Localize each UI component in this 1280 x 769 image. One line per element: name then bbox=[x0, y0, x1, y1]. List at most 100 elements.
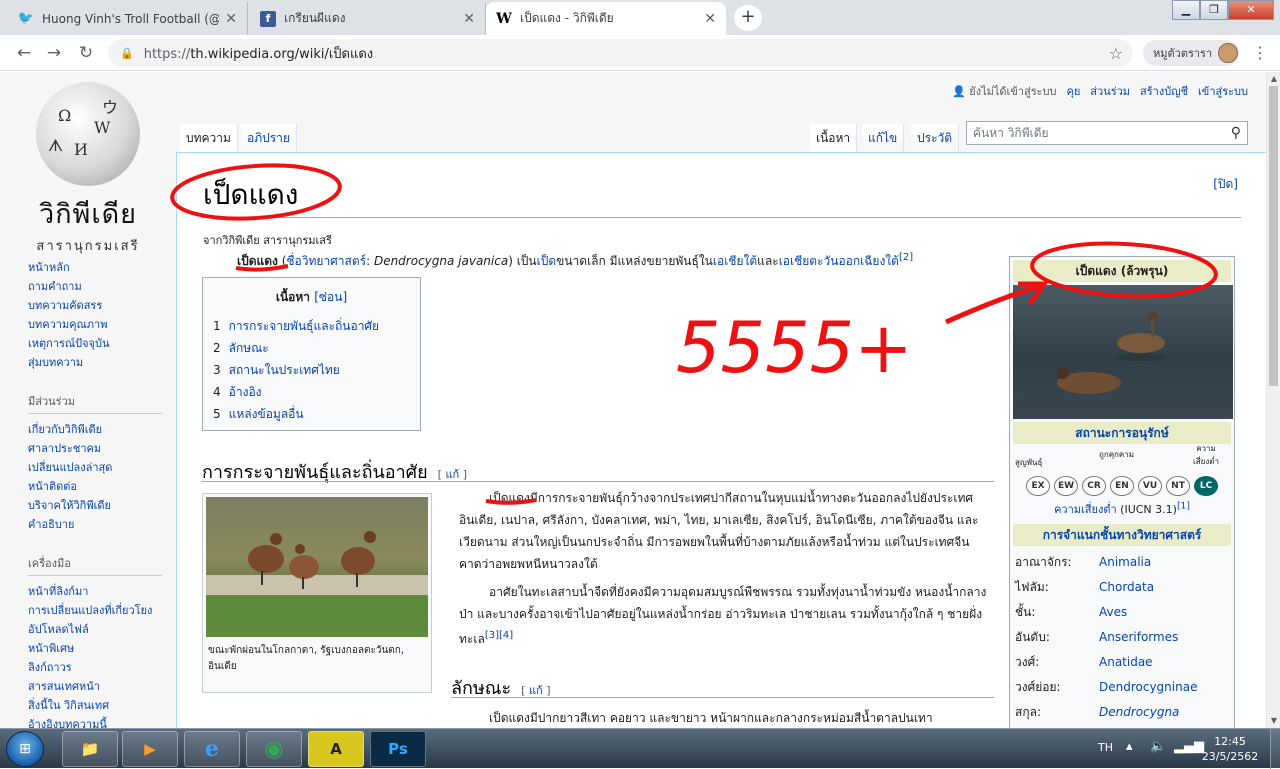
sidebar-item[interactable]: อัปโหลดไฟล์ bbox=[28, 620, 162, 639]
reload-button[interactable]: ↻ bbox=[74, 41, 98, 65]
sidebar-item[interactable]: หน้าที่ลิงก์มา bbox=[28, 582, 162, 601]
taxon-link[interactable]: Anatidae bbox=[1099, 650, 1153, 675]
sidebar-item[interactable]: บทความคัดสรร bbox=[28, 296, 162, 315]
reference-link[interactable]: [3][4] bbox=[485, 630, 513, 641]
taxon-link[interactable]: Anseriformes bbox=[1099, 625, 1178, 650]
chrome-icon[interactable]: ◉ bbox=[246, 731, 302, 767]
language-indicator[interactable]: TH bbox=[1098, 741, 1113, 754]
search-icon[interactable]: ⚲ bbox=[1231, 125, 1241, 141]
twitter-icon: 🐦 bbox=[17, 11, 35, 26]
reference-link[interactable]: [1] bbox=[1177, 500, 1190, 511]
maximize-button[interactable]: ❐ bbox=[1200, 0, 1228, 20]
autocad-icon[interactable]: A bbox=[308, 731, 364, 767]
tab-facebook[interactable]: f เกรียนผีแดง ✕ bbox=[250, 2, 486, 35]
close-icon[interactable]: ✕ bbox=[704, 11, 716, 27]
scroll-up-icon[interactable]: ▲ bbox=[1267, 72, 1280, 86]
photoshop-icon[interactable]: Ps bbox=[370, 731, 426, 767]
start-button[interactable]: ⊞ bbox=[6, 731, 44, 767]
contributions-link[interactable]: ส่วนร่วม bbox=[1090, 82, 1130, 100]
close-icon[interactable]: ✕ bbox=[225, 11, 237, 27]
toc-item[interactable]: 4 อ้างอิง bbox=[213, 381, 410, 403]
wikipedia-logo[interactable]: ΩWИウᗑ วิกิพีเดีย สารานุกรมเสรี bbox=[18, 82, 158, 254]
bookmark-star-icon[interactable]: ☆ bbox=[1109, 44, 1123, 63]
search-input[interactable]: ค้นหา วิกิพีเดีย ⚲ bbox=[966, 121, 1248, 145]
taxon-link[interactable]: Dendrocygna bbox=[1099, 700, 1179, 725]
sidebar-item[interactable]: เปลี่ยนแปลงล่าสุด bbox=[28, 458, 162, 477]
sidebar-item[interactable]: สิ่งนี้ใน วิกิสนเทศ bbox=[28, 696, 162, 715]
forward-button[interactable]: → bbox=[42, 41, 66, 65]
sidebar-item[interactable]: บริจาคให้วิกิพีเดีย bbox=[28, 496, 162, 515]
ducks-photo[interactable] bbox=[206, 497, 428, 637]
sidebar-item[interactable]: หน้าพิเศษ bbox=[28, 639, 162, 658]
sidebar-tools: เครื่องมือ หน้าที่ลิงก์มา การเปลี่ยนแปลง… bbox=[28, 554, 162, 728]
duck-link[interactable]: เป็ด bbox=[537, 254, 557, 268]
toc-item[interactable]: 5 แหล่งข้อมูลอื่น bbox=[213, 403, 410, 425]
scrollbar-thumb[interactable] bbox=[1269, 86, 1278, 386]
conservation-status-heading[interactable]: สถานะการอนุรักษ์ bbox=[1013, 422, 1231, 444]
tray-arrow-icon[interactable]: ▴ bbox=[1126, 739, 1133, 754]
tab-edit[interactable]: แก้ไข bbox=[862, 124, 905, 152]
sidebar-item[interactable]: เกี่ยวกับวิกิพีเดีย bbox=[28, 420, 162, 439]
taxon-link[interactable]: Chordata bbox=[1099, 575, 1154, 600]
close-link[interactable]: [ปิด] bbox=[1213, 175, 1238, 194]
edit-section-link[interactable]: [ แก้ ] bbox=[438, 468, 467, 481]
south-asia-link[interactable]: เอเชียใต้ bbox=[713, 254, 757, 268]
window-close-button[interactable]: ✕ bbox=[1228, 0, 1274, 20]
login-link[interactable]: เข้าสู่ระบบ bbox=[1198, 82, 1248, 100]
toc-item[interactable]: 1 การกระจายพันธุ์และถิ่นอาศัย bbox=[213, 315, 410, 337]
address-bar[interactable]: 🔒 https://th.wikipedia.org/wiki/เป็ดแดง … bbox=[108, 39, 1133, 67]
sidebar-item[interactable]: ถามคำถาม bbox=[28, 277, 162, 296]
sidebar-item[interactable]: การเปลี่ยนแปลงที่เกี่ยวโยง bbox=[28, 601, 162, 620]
reference-link[interactable]: [2] bbox=[899, 252, 913, 263]
toc-item[interactable]: 3 สถานะในประเทศไทย bbox=[213, 359, 410, 381]
sidebar-item[interactable]: หน้าหลัก bbox=[28, 258, 162, 277]
close-icon[interactable]: ✕ bbox=[463, 11, 475, 27]
sidebar-item[interactable]: สุ่มบทความ bbox=[28, 353, 162, 372]
media-player-icon[interactable]: ▶ bbox=[122, 731, 178, 767]
thumbnail-figure[interactable]: ขณะพักผ่อนในโกลกาตา, รัฐเบงกอลตะวันตก, อ… bbox=[202, 493, 432, 693]
sidebar-item[interactable]: เหตุการณ์ปัจจุบัน bbox=[28, 334, 162, 353]
show-desktop-button[interactable] bbox=[1270, 729, 1280, 769]
scientific-name-link[interactable]: ชื่อวิทยาศาสตร์ bbox=[286, 254, 366, 268]
sidebar-item[interactable]: ลิงก์ถาวร bbox=[28, 658, 162, 677]
browser-menu-icon[interactable]: ⋮ bbox=[1250, 41, 1270, 65]
status-badge: EN bbox=[1110, 476, 1134, 496]
sidebar-item[interactable]: คำอธิบาย bbox=[28, 515, 162, 534]
tab-wikipedia[interactable]: W เป็ดแดง - วิกิพีเดีย ✕ bbox=[486, 2, 726, 35]
logo-tagline: สารานุกรมเสรี bbox=[36, 239, 140, 254]
taxonomy-heading[interactable]: การจำแนกชั้นทางวิทยาศาสตร์ bbox=[1013, 524, 1231, 546]
sidebar-item[interactable]: อ้างอิงบทความนี้ bbox=[28, 715, 162, 728]
taxon-link[interactable]: Dendrocygninae bbox=[1099, 675, 1197, 700]
tab-history[interactable]: ประวัติ bbox=[911, 124, 960, 152]
url-text[interactable]: https://th.wikipedia.org/wiki/เป็ดแดง bbox=[144, 43, 1109, 64]
minimize-button[interactable]: ▁ bbox=[1172, 0, 1200, 20]
infobox-photo[interactable] bbox=[1013, 285, 1233, 419]
southeast-asia-link[interactable]: เอเชียตะวันออกเฉียงใต้ bbox=[779, 254, 899, 268]
new-tab-button[interactable]: + bbox=[734, 5, 762, 31]
profile-button[interactable]: หมูตัวตรารา bbox=[1143, 40, 1239, 66]
taxonomy-row: วงศ์ย่อย: Dendrocygninae bbox=[1013, 675, 1231, 700]
clock[interactable]: 12:45 23/5/2562 bbox=[1200, 734, 1260, 764]
create-account-link[interactable]: สร้างบัญชี bbox=[1140, 82, 1188, 100]
tab-twitter[interactable]: 🐦 Huong Vinh's Troll Football (@Vi ✕ bbox=[8, 2, 248, 35]
file-explorer-icon[interactable]: 📁 bbox=[62, 731, 118, 767]
sidebar-item[interactable]: สารสนเทศหน้า bbox=[28, 677, 162, 696]
sidebar-item[interactable]: หน้าติดต่อ bbox=[28, 477, 162, 496]
tab-article[interactable]: บทความ bbox=[180, 124, 238, 152]
page-scrollbar[interactable]: ▲ ▼ bbox=[1266, 72, 1280, 728]
back-button[interactable]: ← bbox=[12, 41, 36, 65]
edit-section-link[interactable]: [ แก้ ] bbox=[521, 684, 550, 697]
tab-read[interactable]: เนื้อหา bbox=[810, 124, 858, 152]
sidebar-item[interactable]: บทความคุณภาพ bbox=[28, 315, 162, 334]
taxon-link[interactable]: Animalia bbox=[1099, 550, 1151, 575]
internet-explorer-icon[interactable]: e bbox=[184, 731, 240, 767]
tab-talk[interactable]: อภิปราย bbox=[241, 124, 297, 152]
toc-item[interactable]: 2 ลักษณะ bbox=[213, 337, 410, 359]
talk-link[interactable]: คุย bbox=[1066, 82, 1080, 100]
toc-hide-link[interactable]: [ซ่อน] bbox=[314, 290, 347, 304]
scroll-down-icon[interactable]: ▼ bbox=[1267, 714, 1280, 728]
sidebar-item[interactable]: ศาลาประชาคม bbox=[28, 439, 162, 458]
volume-icon[interactable]: 🔈 bbox=[1150, 739, 1166, 754]
taxon-link[interactable]: Aves bbox=[1099, 600, 1127, 625]
status-link[interactable]: ความเสี่ยงต่ำ bbox=[1054, 503, 1117, 516]
